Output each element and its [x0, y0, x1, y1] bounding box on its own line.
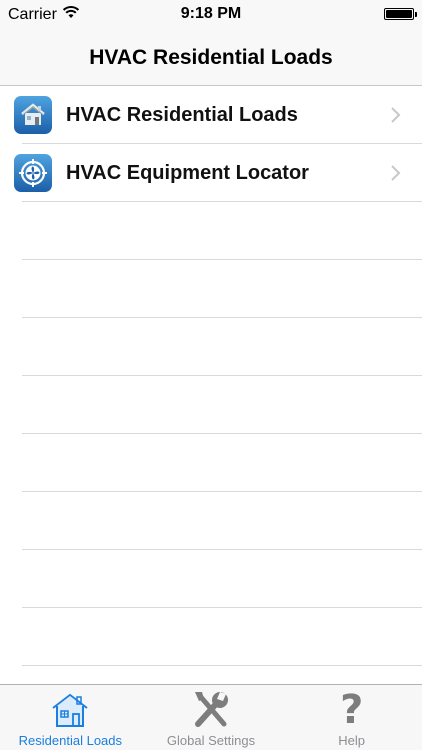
- tab-label: Help: [338, 733, 366, 748]
- house-icon: [14, 96, 52, 134]
- tab-label: Residential Loads: [18, 733, 123, 748]
- chevron-right-icon: [391, 107, 401, 123]
- list-item-residential-loads[interactable]: HVAC Residential Loads: [0, 86, 422, 144]
- list-item-label: HVAC Equipment Locator: [66, 161, 309, 184]
- battery-icon: [384, 8, 417, 20]
- empty-list-row: [0, 318, 422, 376]
- page-title: HVAC Residential Loads: [89, 45, 333, 69]
- chevron-right-icon: [391, 165, 401, 181]
- row-separator: [22, 665, 422, 666]
- empty-list-row: [0, 434, 422, 492]
- battery-fill: [386, 10, 412, 18]
- question-mark-icon: ?: [330, 689, 374, 731]
- tab-help[interactable]: ? Help: [281, 685, 422, 750]
- list-item-label: HVAC Residential Loads: [66, 103, 298, 126]
- menu-list: HVAC Residential Loads HVAC Equipment Lo…: [0, 86, 422, 684]
- battery-nub: [415, 12, 417, 17]
- tab-residential-loads[interactable]: Residential Loads: [0, 685, 141, 750]
- empty-list-row: [0, 550, 422, 608]
- empty-list-row: [0, 492, 422, 550]
- help-glyph: ?: [340, 687, 364, 733]
- empty-list-row: [0, 202, 422, 260]
- empty-list-row: [0, 608, 422, 666]
- status-time: 9:18 PM: [180, 5, 242, 22]
- tools-icon: [189, 689, 233, 731]
- tab-bar: Residential Loads Global Settings ? Help: [0, 684, 422, 750]
- status-bar: Carrier 9:18 PM: [0, 0, 422, 30]
- empty-list-row: [0, 260, 422, 318]
- tab-global-settings[interactable]: Global Settings: [141, 685, 282, 750]
- app-screen: Carrier 9:18 PM HVAC Residential Loads H…: [0, 0, 422, 750]
- list-item-equipment-locator[interactable]: HVAC Equipment Locator: [0, 144, 422, 202]
- fan-target-icon: [14, 154, 52, 192]
- house-outline-icon: [48, 689, 92, 731]
- tab-label: Global Settings: [166, 733, 256, 748]
- empty-list-row: [0, 376, 422, 434]
- navigation-bar: HVAC Residential Loads: [0, 30, 422, 86]
